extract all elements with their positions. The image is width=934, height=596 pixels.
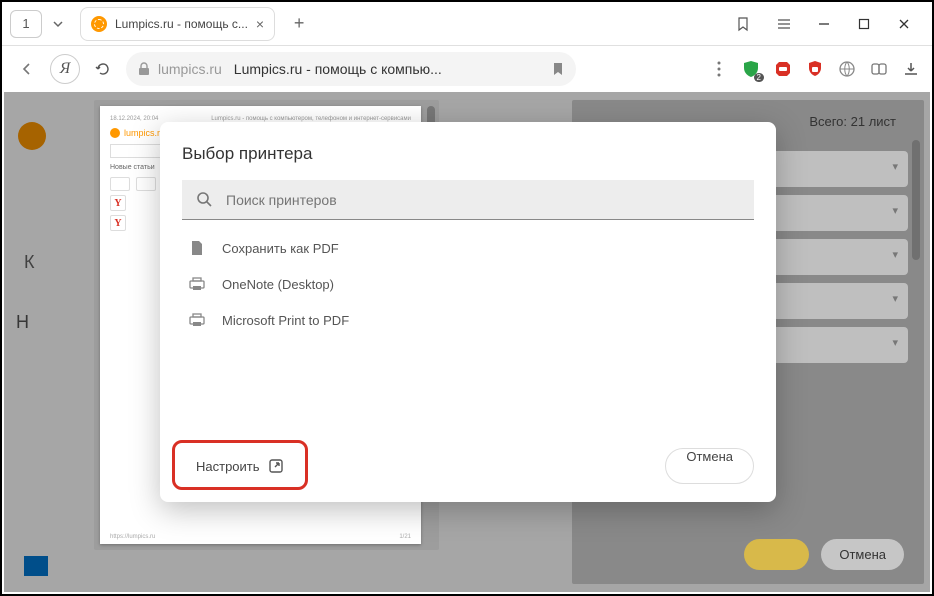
printer-option-pdf[interactable]: Сохранить как PDF [182,230,754,266]
print-submit-button[interactable]: ____ [744,539,809,570]
menu-dots-icon[interactable] [708,58,730,80]
print-cancel-button[interactable]: Отмена [821,539,904,570]
maximize-button[interactable] [844,9,884,39]
search-icon [196,191,214,209]
yandex-home-button[interactable]: Я [50,54,80,84]
modal-title: Выбор принтера [182,144,754,164]
protect-shield-icon[interactable]: 2 [740,58,762,80]
tab-title: Lumpics.ru - помощь с... [115,17,248,31]
favicon-icon [91,16,107,32]
extensions-icon[interactable] [868,58,890,80]
printer-option-mspdf[interactable]: Microsoft Print to PDF [182,302,754,338]
printer-icon [188,277,206,291]
printer-label: OneNote (Desktop) [222,277,334,292]
translate-icon[interactable] [836,58,858,80]
tab-counter[interactable]: 1 [10,10,42,38]
address-bar[interactable]: lumpics.ru Lumpics.ru - помощь с компью.… [126,52,576,86]
reload-button[interactable] [88,54,118,84]
external-link-icon [268,458,284,474]
url-title: Lumpics.ru - помощь с компью... [234,61,442,77]
printer-label: Microsoft Print to PDF [222,313,349,328]
printer-search-input[interactable] [226,192,740,208]
configure-label: Настроить [196,459,260,474]
printer-icon [188,313,206,327]
chevron-down-icon[interactable] [46,12,70,36]
adblock-icon[interactable] [772,58,794,80]
back-button[interactable] [12,54,42,84]
minimize-button[interactable] [804,9,844,39]
close-window-button[interactable] [884,9,924,39]
panel-scrollbar[interactable] [912,140,920,260]
close-tab-icon[interactable]: × [256,16,264,32]
security-lock-icon[interactable] [804,58,826,80]
browser-tab[interactable]: Lumpics.ru - помощь с... × [80,7,275,41]
downloads-icon[interactable] [900,58,922,80]
configure-button[interactable]: Настроить [182,448,298,484]
url-domain: lumpics.ru [158,61,222,77]
bookmark-menu-icon[interactable] [724,9,764,39]
printer-label: Сохранить как PDF [222,241,339,256]
printer-selection-dialog: Выбор принтера Сохранить как PDF OneNote… [160,122,776,502]
printer-search[interactable] [182,180,754,220]
lock-icon [138,62,150,76]
printer-option-onenote[interactable]: OneNote (Desktop) [182,266,754,302]
cancel-button[interactable]: Отмена [665,448,754,484]
shield-badge: 2 [754,73,764,82]
settings-lines-icon[interactable] [764,9,804,39]
file-icon [188,240,206,256]
bookmark-icon[interactable] [552,62,564,76]
new-tab-button[interactable]: + [285,10,313,38]
